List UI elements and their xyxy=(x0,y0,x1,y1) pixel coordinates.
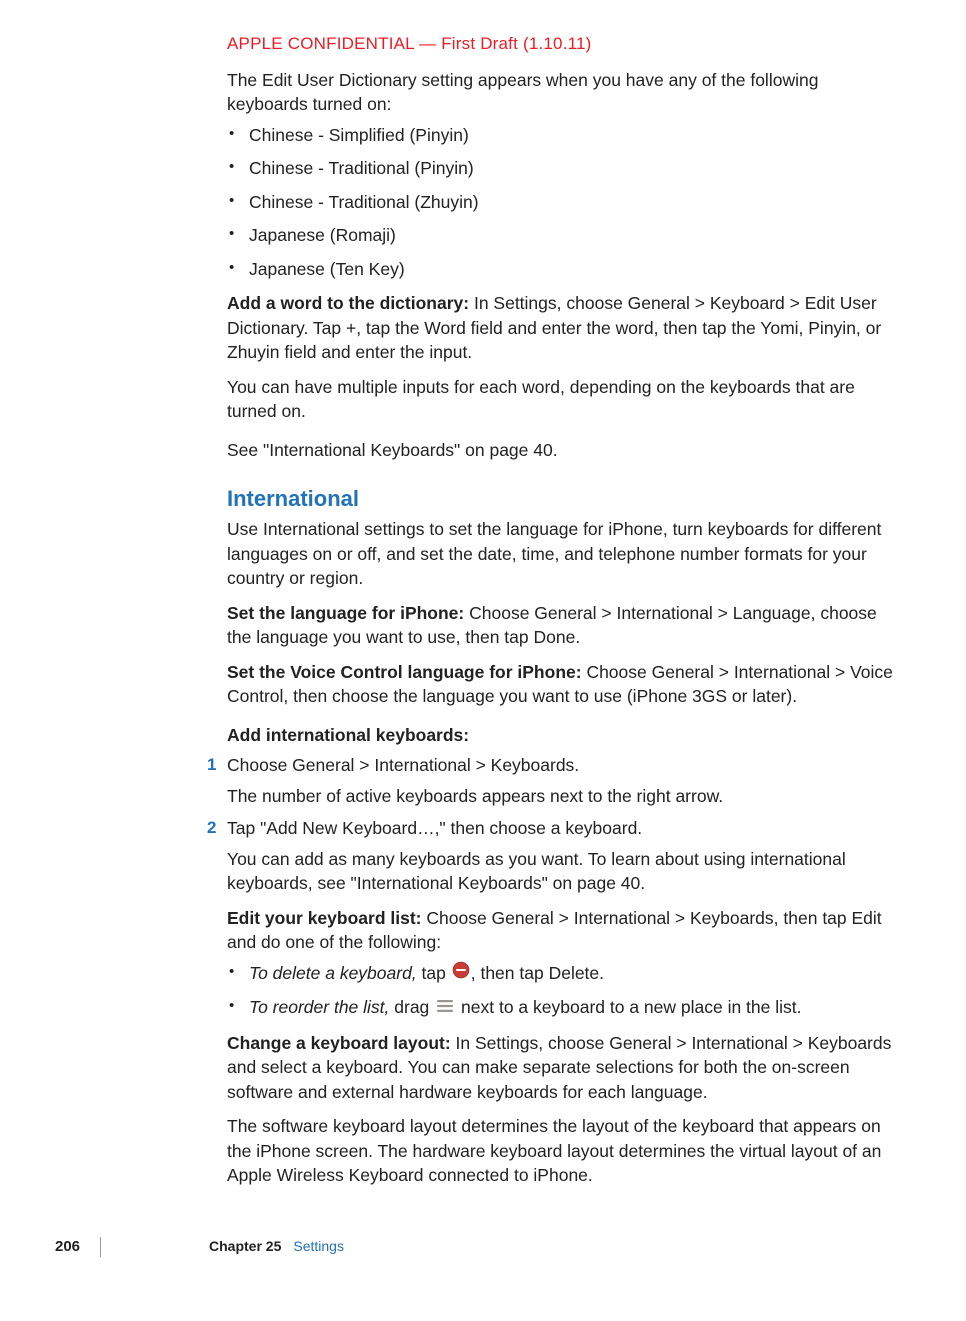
step-item: 2 Tap "Add New Keyboard…," then choose a… xyxy=(227,816,901,896)
add-word-paragraph: Add a word to the dictionary: In Setting… xyxy=(227,291,901,365)
set-language-label: Set the language for iPhone: xyxy=(227,603,469,623)
reorder-pre: drag xyxy=(394,997,434,1017)
international-heading: International xyxy=(227,484,901,515)
edit-bullet-list: To delete a keyboard, tap , then tap Del… xyxy=(227,961,901,1021)
step-number: 2 xyxy=(207,816,216,840)
list-item: To delete a keyboard, tap , then tap Del… xyxy=(227,961,901,987)
list-item: Chinese - Simplified (Pinyin) xyxy=(227,123,901,148)
page-footer: 206 Chapter 25 Settings xyxy=(0,1236,966,1257)
edit-list-label: Edit your keyboard list: xyxy=(227,908,426,928)
reorder-italic: To reorder the list, xyxy=(249,997,394,1017)
reorder-post: next to a keyboard to a new place in the… xyxy=(456,997,801,1017)
page-content: APPLE CONFIDENTIAL — First Draft (1.10.1… xyxy=(0,0,966,1188)
international-intro: Use International settings to set the la… xyxy=(227,517,901,591)
add-word-label: Add a word to the dictionary: xyxy=(227,293,474,313)
keyboard-bullet-list: Chinese - Simplified (Pinyin) Chinese - … xyxy=(227,123,901,282)
step-sub: You can add as many keyboards as you wan… xyxy=(227,847,901,896)
list-item: Chinese - Traditional (Zhuyin) xyxy=(227,190,901,215)
intro-paragraph: The Edit User Dictionary setting appears… xyxy=(227,68,901,117)
chapter-name: Settings xyxy=(293,1237,344,1257)
minus-circle-icon xyxy=(452,961,470,986)
chapter-label: Chapter 25 xyxy=(209,1237,281,1257)
list-item: To reorder the list, drag next to a keyb… xyxy=(227,995,901,1021)
set-language-paragraph: Set the language for iPhone: Choose Gene… xyxy=(227,601,901,650)
delete-italic: To delete a keyboard, xyxy=(249,963,422,983)
change-layout-paragraph: Change a keyboard layout: In Settings, c… xyxy=(227,1031,901,1105)
software-layout-paragraph: The software keyboard layout determines … xyxy=(227,1114,901,1188)
confidential-banner: APPLE CONFIDENTIAL — First Draft (1.10.1… xyxy=(227,32,901,56)
see-reference: See "International Keyboards" on page 40… xyxy=(227,438,901,463)
step-sub: The number of active keyboards appears n… xyxy=(227,784,901,809)
step-item: 1 Choose General > International > Keybo… xyxy=(227,753,901,808)
add-keyboards-label: Add international keyboards: xyxy=(227,725,469,745)
step-text: Tap "Add New Keyboard…," then choose a k… xyxy=(227,818,642,838)
delete-post: , then tap Delete. xyxy=(471,963,604,983)
step-number: 1 xyxy=(207,753,216,777)
add-keyboards-label-row: Add international keyboards: xyxy=(227,723,901,748)
drag-handle-icon xyxy=(436,995,454,1020)
multi-input-paragraph: You can have multiple inputs for each wo… xyxy=(227,375,901,424)
list-item: Japanese (Ten Key) xyxy=(227,257,901,282)
page-number: 206 xyxy=(0,1236,100,1257)
footer-divider xyxy=(100,1237,101,1257)
list-item: Japanese (Romaji) xyxy=(227,223,901,248)
change-layout-label: Change a keyboard layout: xyxy=(227,1033,456,1053)
numbered-steps: 1 Choose General > International > Keybo… xyxy=(227,753,901,896)
set-voice-paragraph: Set the Voice Control language for iPhon… xyxy=(227,660,901,709)
set-voice-label: Set the Voice Control language for iPhon… xyxy=(227,662,586,682)
delete-pre: tap xyxy=(422,963,451,983)
list-item: Chinese - Traditional (Pinyin) xyxy=(227,156,901,181)
edit-list-paragraph: Edit your keyboard list: Choose General … xyxy=(227,906,901,955)
step-text: Choose General > International > Keyboar… xyxy=(227,755,579,775)
